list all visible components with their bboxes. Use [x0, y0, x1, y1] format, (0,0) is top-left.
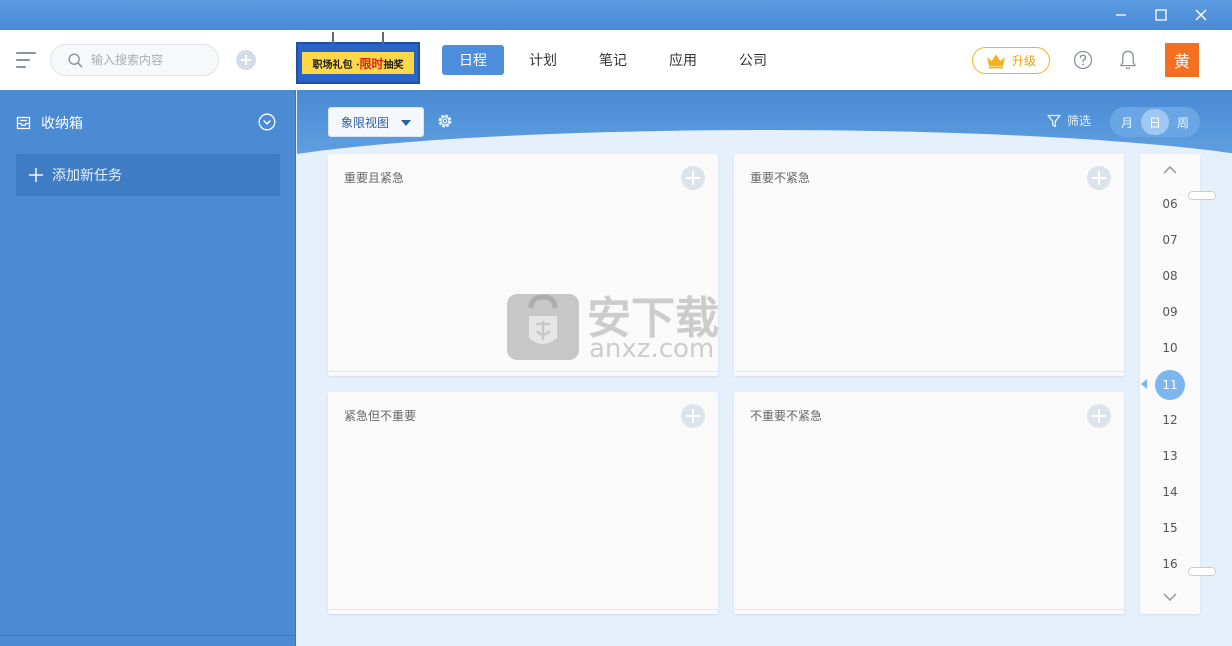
quick-add-button[interactable]: [236, 50, 256, 70]
main-nav: 日程 计划 笔记 应用 公司: [442, 45, 792, 75]
quadrant-divider: [328, 609, 718, 610]
inbox-header[interactable]: 收纳箱: [16, 112, 278, 134]
banner-string: [382, 32, 384, 44]
crown-icon: [986, 54, 1005, 68]
period-month[interactable]: 月: [1113, 109, 1141, 135]
add-task-button[interactable]: 添加新任务: [16, 154, 280, 196]
upgrade-button[interactable]: 升级: [972, 47, 1050, 74]
tab-company[interactable]: 公司: [722, 45, 784, 75]
filter-button[interactable]: 筛选: [1047, 112, 1091, 129]
timeline-hour[interactable]: 10: [1140, 341, 1200, 355]
quadrant-add-button[interactable]: [1087, 166, 1111, 190]
search-icon: [68, 53, 83, 68]
search-box: [50, 44, 219, 76]
main-content: 象限视图 筛选 月 日 周 重要且紧急 重要不紧急 紧急但不重要 不重要不紧急: [297, 90, 1232, 646]
title-bar: [0, 0, 1232, 30]
inbox-icon: [16, 116, 31, 130]
view-mode-select[interactable]: 象限视图: [328, 107, 424, 137]
quadrant-important-not-urgent[interactable]: 重要不紧急: [734, 154, 1124, 376]
close-icon: [1195, 9, 1207, 21]
quadrant-add-button[interactable]: [1087, 404, 1111, 428]
range-start-handle[interactable]: [1188, 191, 1216, 200]
close-button[interactable]: [1181, 0, 1221, 30]
current-hour-marker: [1141, 379, 1147, 389]
chevron-down-icon[interactable]: [1162, 589, 1178, 605]
plus-icon: [241, 55, 251, 65]
filter-label: 筛选: [1067, 114, 1092, 128]
inbox-label: 收纳箱: [41, 116, 83, 132]
sidebar: 收纳箱 添加新任务: [0, 90, 296, 646]
gear-icon[interactable]: [436, 112, 454, 130]
sidebar-divider: [0, 635, 296, 636]
tab-notes[interactable]: 笔记: [582, 45, 644, 75]
watermark-subtext: anxz.com: [589, 334, 715, 364]
menu-icon[interactable]: [16, 51, 36, 69]
maximize-icon: [1155, 9, 1167, 21]
quadrant-divider: [734, 371, 1124, 372]
hour-timeline: 06 07 08 09 10 11 12 13 14 15 16: [1140, 154, 1216, 614]
period-switch: 月 日 周: [1110, 107, 1200, 137]
chevron-down-icon[interactable]: [258, 113, 276, 131]
timeline-hour[interactable]: 09: [1140, 305, 1200, 319]
quadrant-title: 重要且紧急: [344, 171, 405, 185]
timeline-hour[interactable]: 13: [1140, 449, 1200, 463]
promo-banner-text: 职场礼包 · 限时 抽奖: [302, 52, 414, 74]
quadrant-urgent-not-important[interactable]: 紧急但不重要: [328, 392, 718, 614]
period-day[interactable]: 日: [1141, 109, 1169, 135]
minimize-button[interactable]: [1101, 0, 1141, 30]
avatar[interactable]: 黄: [1165, 43, 1199, 77]
watermark: 安下载 anxz.com: [507, 280, 727, 370]
timeline-hour[interactable]: 12: [1140, 413, 1200, 427]
plus-icon: [29, 168, 43, 182]
timeline-hour-current[interactable]: 11: [1155, 370, 1185, 400]
watermark-bag-icon: [507, 294, 579, 360]
tab-schedule[interactable]: 日程: [442, 45, 504, 75]
period-week[interactable]: 周: [1169, 109, 1197, 135]
minimize-icon: [1116, 14, 1126, 16]
help-icon[interactable]: [1073, 50, 1093, 70]
timeline-hour[interactable]: 08: [1140, 269, 1200, 283]
timeline-hour[interactable]: 15: [1140, 521, 1200, 535]
caret-down-icon: [401, 120, 411, 126]
tab-apps[interactable]: 应用: [652, 45, 714, 75]
upgrade-label: 升级: [1011, 54, 1036, 68]
timeline-hour[interactable]: 14: [1140, 485, 1200, 499]
quadrant-title: 不重要不紧急: [750, 409, 823, 423]
quadrant-add-button[interactable]: [681, 166, 705, 190]
promo-banner[interactable]: 职场礼包 · 限时 抽奖: [296, 32, 420, 84]
maximize-button[interactable]: [1141, 0, 1181, 30]
chevron-up-icon[interactable]: [1162, 162, 1178, 178]
app-header: 职场礼包 · 限时抽奖 日程 计划 笔记 应用 公司 升级 黄: [0, 30, 1232, 90]
view-mode-label: 象限视图: [341, 115, 390, 130]
quadrant-add-button[interactable]: [681, 404, 705, 428]
range-end-handle[interactable]: [1188, 567, 1216, 576]
banner-string: [332, 32, 334, 44]
add-task-label: 添加新任务: [52, 168, 122, 184]
search-input[interactable]: [91, 45, 213, 75]
quadrant-divider: [734, 609, 1124, 610]
tab-plan[interactable]: 计划: [512, 45, 574, 75]
quadrant-title: 紧急但不重要: [344, 409, 417, 423]
timeline-hour[interactable]: 07: [1140, 233, 1200, 247]
funnel-icon: [1047, 114, 1061, 127]
quadrant-title: 重要不紧急: [750, 171, 811, 185]
bell-icon[interactable]: [1118, 49, 1138, 71]
quadrant-divider: [328, 371, 718, 372]
quadrant-not-important-not-urgent[interactable]: 不重要不紧急: [734, 392, 1124, 614]
